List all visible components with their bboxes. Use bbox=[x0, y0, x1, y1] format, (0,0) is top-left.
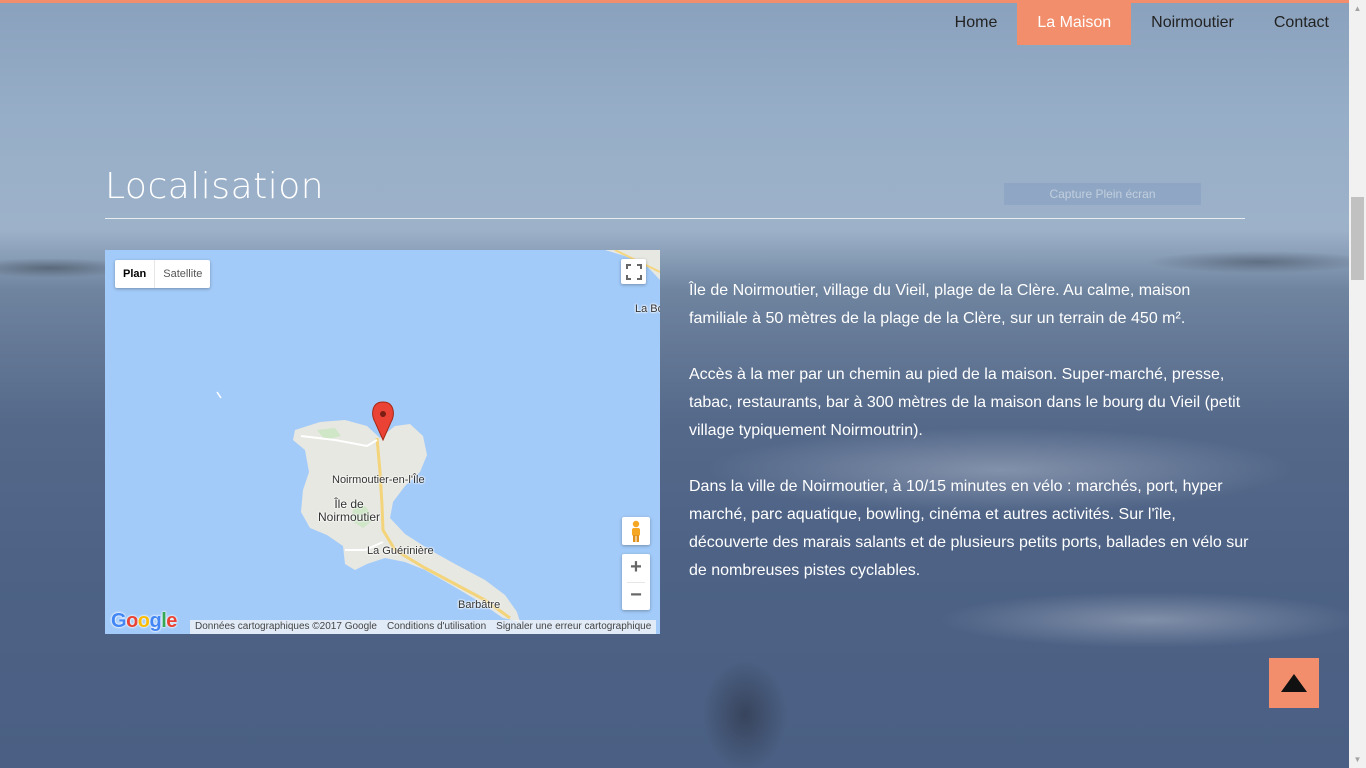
map-terms-link[interactable]: Conditions d'utilisation bbox=[382, 620, 491, 634]
google-logo-letter: o bbox=[126, 610, 138, 632]
zoom-in-button[interactable]: + bbox=[622, 554, 650, 582]
google-logo-letter: e bbox=[166, 610, 177, 632]
map-type-satellite-button[interactable]: Satellite bbox=[155, 260, 210, 288]
location-description: Île de Noirmoutier, village du Vieil, pl… bbox=[689, 277, 1249, 613]
map-label-ile-de-noirmoutier: Île de Noirmoutier bbox=[314, 498, 384, 524]
page-scrollbar[interactable]: ▲ ▼ bbox=[1349, 0, 1366, 768]
map-land-shapes bbox=[216, 250, 660, 622]
fullscreen-button[interactable] bbox=[621, 259, 646, 284]
street-view-pegman-button[interactable] bbox=[622, 517, 650, 545]
map-label-barbatre: Barbâtre bbox=[458, 599, 501, 611]
back-to-top-button[interactable] bbox=[1269, 658, 1319, 708]
map-label-noirmoutier: Noirmoutier bbox=[317, 510, 380, 524]
fullscreen-icon bbox=[625, 263, 642, 280]
map-type-plan-button[interactable]: Plan bbox=[115, 260, 156, 288]
scroll-down-icon[interactable]: ▼ bbox=[1349, 751, 1366, 768]
google-map[interactable]: Plan Satellite La Bo Noirmoutier-en-l'Îl… bbox=[105, 250, 660, 634]
map-attribution-bar: Données cartographiques ©2017 Google Con… bbox=[190, 620, 657, 634]
nav-la-maison[interactable]: La Maison bbox=[1017, 3, 1132, 45]
zoom-out-button[interactable]: − bbox=[622, 582, 650, 610]
nav-contact[interactable]: Contact bbox=[1254, 3, 1349, 45]
description-paragraph: Île de Noirmoutier, village du Vieil, pl… bbox=[689, 282, 1191, 327]
map-label-la-bo: La Bo bbox=[635, 303, 660, 315]
nav-noirmoutier[interactable]: Noirmoutier bbox=[1131, 3, 1254, 45]
zoom-divider bbox=[627, 582, 645, 583]
description-paragraph: Accès à la mer par un chemin au pied de … bbox=[689, 366, 1241, 439]
capture-fullscreen-button[interactable]: Capture Plein écran bbox=[1004, 183, 1201, 205]
map-label-la-gueriniere: La Guérinière bbox=[367, 545, 434, 557]
google-logo-letter: g bbox=[149, 610, 162, 632]
map-label-noirmoutier-en-l-ile: Noirmoutier-en-l'Île bbox=[332, 474, 425, 486]
scrollbar-thumb[interactable] bbox=[1351, 197, 1364, 280]
map-report-error-link[interactable]: Signaler une erreur cartographique bbox=[491, 620, 656, 634]
zoom-control: + − bbox=[622, 554, 650, 610]
google-logo-letter: G bbox=[111, 610, 127, 632]
triangle-up-icon bbox=[1281, 674, 1307, 692]
map-data-attribution: Données cartographiques ©2017 Google bbox=[195, 621, 377, 632]
section-title: Localisation bbox=[105, 166, 325, 207]
map-type-control: Plan Satellite bbox=[115, 260, 211, 288]
main-nav: Home La Maison Noirmoutier Contact bbox=[935, 3, 1349, 45]
title-divider bbox=[105, 218, 1245, 219]
nav-home[interactable]: Home bbox=[935, 3, 1018, 45]
google-logo-letter: o bbox=[137, 610, 150, 632]
google-logo[interactable]: Google bbox=[111, 610, 177, 633]
pegman-icon bbox=[632, 520, 640, 542]
description-paragraph: Dans la ville de Noirmoutier, à 10/15 mi… bbox=[689, 478, 1249, 579]
scroll-up-icon[interactable]: ▲ bbox=[1349, 0, 1366, 17]
